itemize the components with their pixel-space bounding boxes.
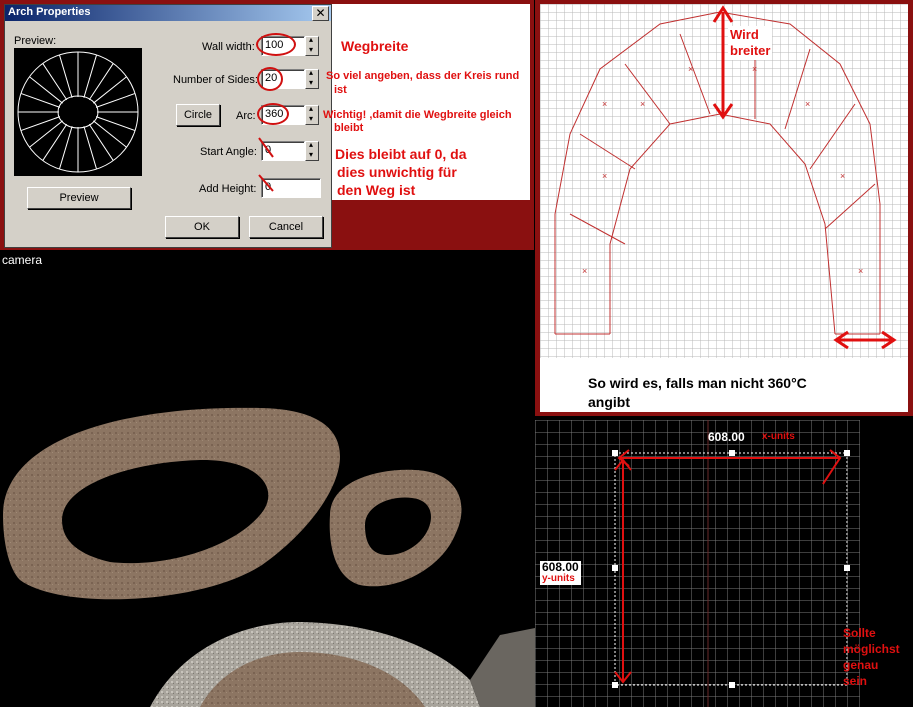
wall-width-label: Wall width:: [202, 41, 255, 53]
sollte-note: Sollte möglichst genau sein: [843, 625, 900, 689]
ok-button[interactable]: OK: [165, 216, 239, 238]
sollte-line3: genau: [843, 658, 879, 672]
dim-x-value: 608.00: [708, 430, 745, 444]
dialog-titlebar[interactable]: Arch Properties ✕: [5, 5, 331, 21]
arch-properties-dialog: Arch Properties ✕ Preview: Preview Wall …: [4, 4, 332, 248]
wall-width-highlight: [256, 33, 296, 56]
small-ring: [329, 469, 462, 587]
top-viewport-canvas: × × × × × × × × ×: [540, 4, 908, 358]
dim-y-box: 608.00 y-units: [540, 561, 581, 585]
wall-width-spinner[interactable]: [305, 35, 319, 56]
add-height-label: Add Height:: [199, 183, 257, 195]
sides-note-line1: So viel angeben, dass der Kreis rund: [326, 70, 520, 82]
wegbreite-note: Wegbreite: [341, 38, 409, 54]
dim-x-unit: x-units: [762, 431, 795, 442]
sides-note-line2: ist: [334, 84, 347, 96]
stone-arch: [150, 622, 535, 707]
cancel-button[interactable]: Cancel: [249, 216, 323, 238]
preview-button[interactable]: Preview: [27, 187, 131, 209]
preview-label: Preview:: [14, 35, 57, 47]
top-2d-viewport[interactable]: × × × × × × × × × Wird breiter: [540, 4, 908, 358]
arc-note-line1: Wichtig! ,damit die Wegbreite gleich: [323, 109, 512, 121]
arc-spinner[interactable]: [305, 104, 319, 125]
wird-breiter-line1: Wird: [730, 27, 759, 42]
angle-note-line2: dies unwichtig für: [337, 164, 457, 180]
sollte-line2: möglichst: [843, 642, 900, 656]
zero-strike-marks: [258, 137, 274, 192]
vertex-mark: ×: [688, 64, 693, 74]
bottom-viewport-canvas: [535, 420, 860, 707]
sides-spinner[interactable]: [305, 68, 319, 89]
dialog-title: Arch Properties: [8, 6, 91, 18]
vertex-mark: ×: [640, 99, 645, 109]
start-angle-spinner[interactable]: [305, 140, 319, 161]
caption-line2: angibt: [588, 394, 630, 410]
vertex-mark: ×: [602, 171, 607, 181]
dim-y-unit: y-units: [542, 573, 575, 584]
arc-label: Arc:: [236, 110, 256, 122]
start-angle-label: Start Angle:: [200, 146, 257, 158]
sollte-line4: sein: [843, 674, 868, 688]
dim-y-value: 608.00: [542, 560, 579, 574]
close-button[interactable]: ✕: [312, 6, 329, 21]
bottom-2d-viewport[interactable]: [535, 420, 860, 707]
caption-line1: So wird es, falls man nicht 360°C: [588, 375, 807, 391]
angle-note-line3: den Weg ist: [337, 182, 416, 198]
vertex-mark: ×: [752, 64, 757, 74]
arc-note-line2: bleibt: [334, 122, 364, 134]
circle-button[interactable]: Circle: [176, 104, 220, 126]
vertex-mark: ×: [582, 266, 587, 276]
angle-note-line1: Dies bleibt auf 0, da: [335, 146, 467, 162]
large-ring: [3, 407, 341, 600]
sides-label: Number of Sides:: [173, 74, 258, 86]
wird-breiter-label: Wird breiter: [728, 26, 773, 60]
vertex-mark: ×: [805, 99, 810, 109]
arch-preview: [14, 48, 142, 176]
sollte-line1: Sollte: [843, 626, 876, 640]
wird-breiter-line2: breiter: [730, 43, 771, 58]
vertex-mark: ×: [602, 99, 607, 109]
top-viewport-caption: So wird es, falls man nicht 360°C angibt: [588, 374, 858, 412]
sides-highlight: [257, 67, 283, 91]
camera-viewport[interactable]: [0, 250, 535, 707]
arch-preview-wheel: [17, 51, 139, 173]
vertex-mark: ×: [840, 171, 845, 181]
vertex-mark: ×: [858, 266, 863, 276]
arc-highlight: [257, 103, 289, 125]
